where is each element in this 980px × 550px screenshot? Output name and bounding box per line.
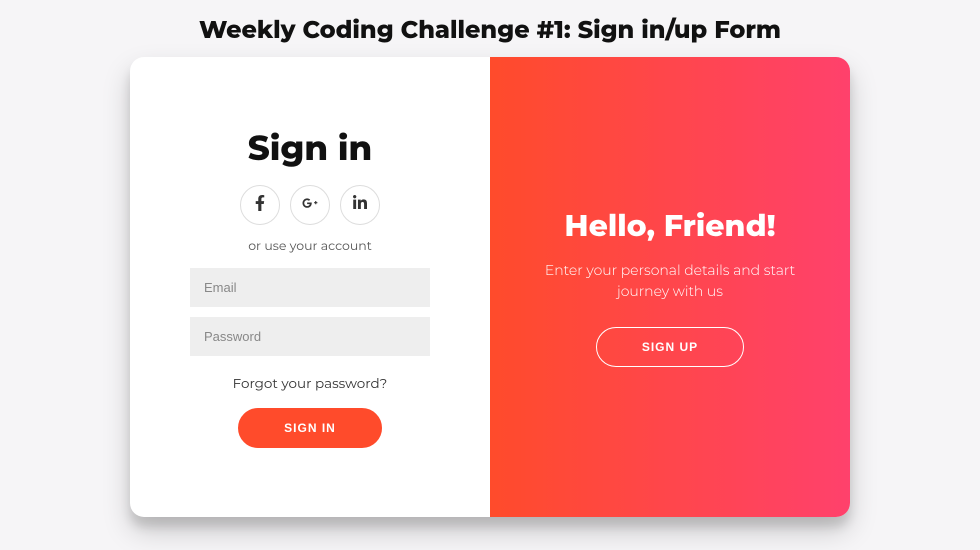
- signup-button[interactable]: Sign Up: [596, 327, 744, 367]
- auth-card: Sign in or use your account Forgot your: [130, 57, 850, 517]
- signin-button[interactable]: Sign In: [238, 408, 382, 448]
- social-row: [240, 185, 380, 225]
- google-plus-icon: [302, 195, 318, 214]
- overlay-heading: Hello, Friend!: [564, 207, 775, 244]
- forgot-password-link[interactable]: Forgot your password?: [233, 376, 388, 392]
- signin-hint: or use your account: [248, 239, 372, 254]
- page-title: Weekly Coding Challenge #1: Sign in/up F…: [0, 0, 980, 57]
- overlay-panel: Hello, Friend! Enter your personal detai…: [490, 57, 850, 517]
- linkedin-button[interactable]: [340, 185, 380, 225]
- password-field[interactable]: [190, 317, 430, 356]
- signin-panel: Sign in or use your account Forgot your: [130, 57, 490, 517]
- signin-heading: Sign in: [248, 127, 372, 169]
- facebook-icon: [252, 195, 268, 214]
- google-button[interactable]: [290, 185, 330, 225]
- linkedin-icon: [352, 195, 368, 214]
- email-field[interactable]: [190, 268, 430, 307]
- overlay-text: Enter your personal details and start jo…: [534, 260, 806, 301]
- facebook-button[interactable]: [240, 185, 280, 225]
